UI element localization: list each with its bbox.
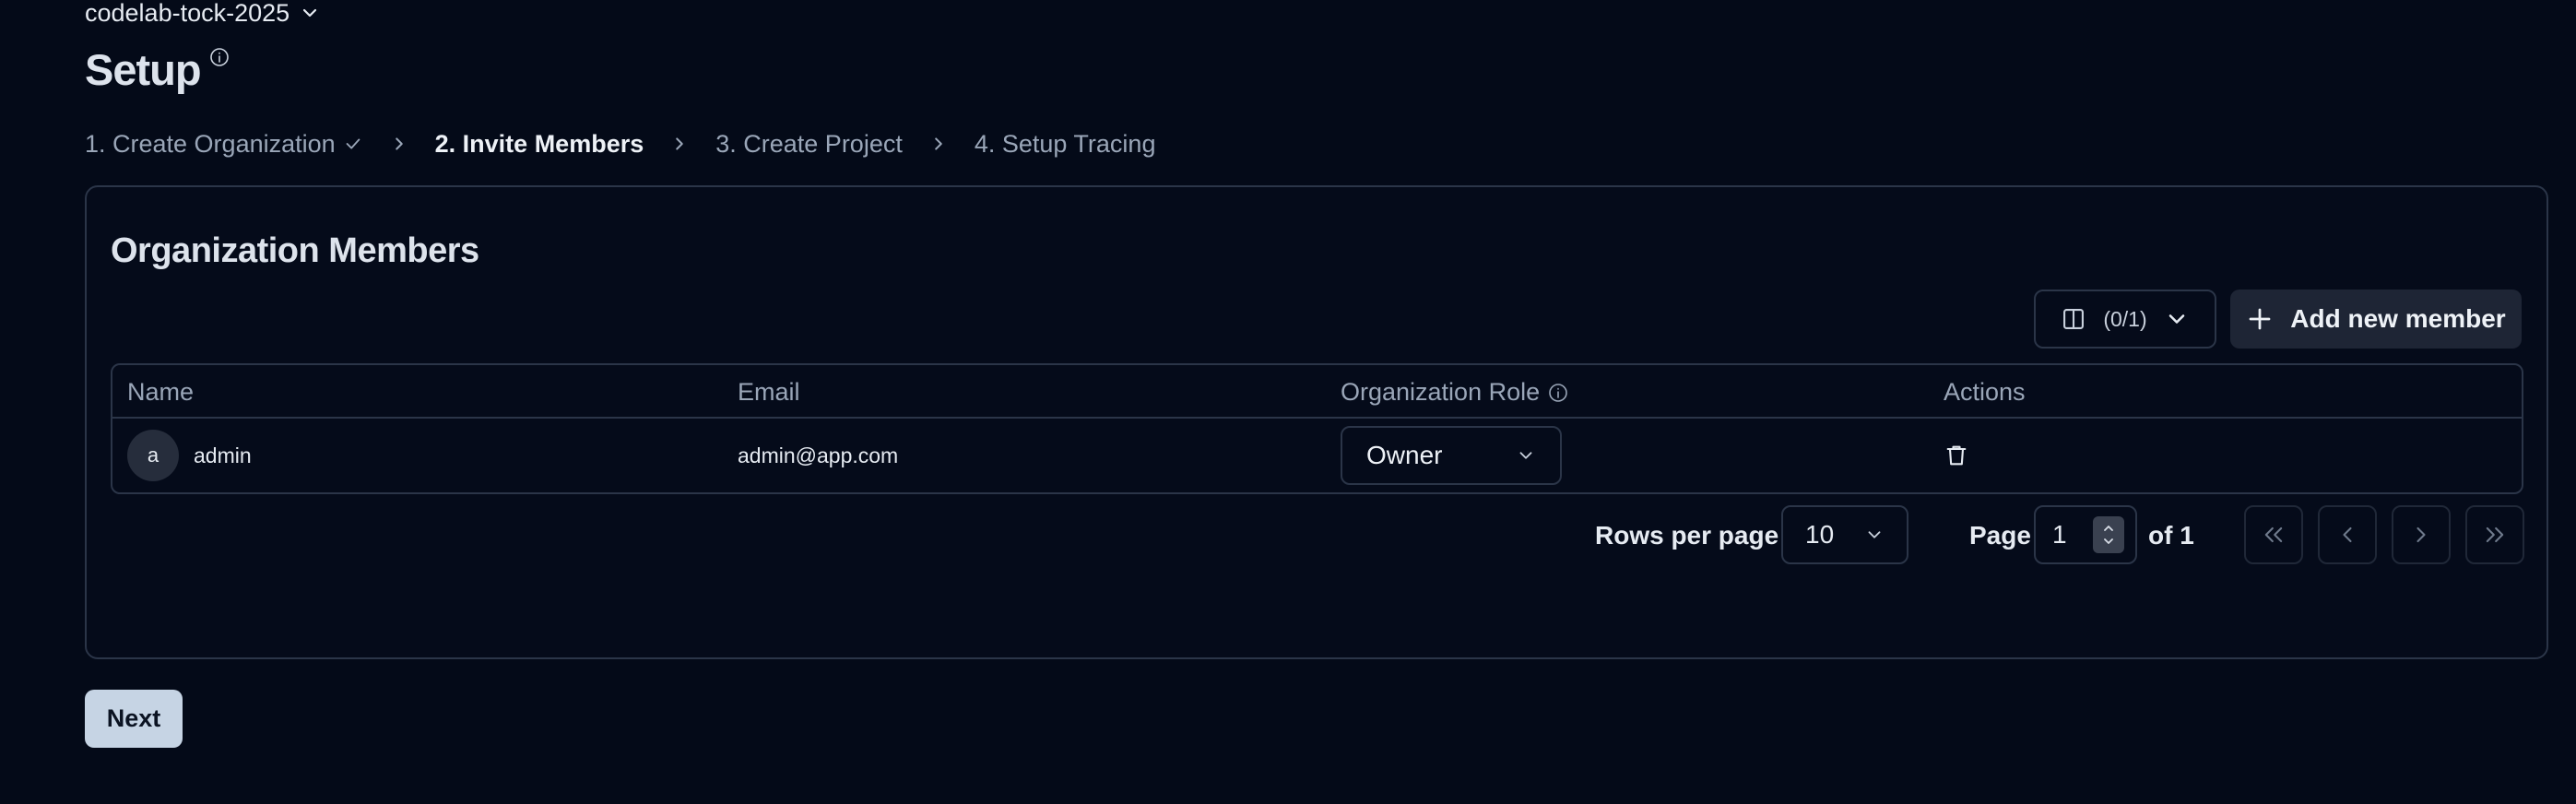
step-label: 4. Setup Tracing (974, 129, 1156, 158)
step-label: 2. Invite Members (434, 129, 644, 158)
member-name: admin (194, 443, 252, 467)
check-icon (346, 138, 360, 149)
role-select[interactable]: Owner (1341, 426, 1562, 485)
step-invite-members[interactable]: 2. Invite Members (435, 130, 644, 159)
header-label: Actions (1944, 378, 2026, 406)
page-number-input[interactable]: 1 (2034, 505, 2137, 564)
member-name-cell: a admin (127, 419, 252, 492)
table-header: Name Email Organization Role Actions (112, 365, 2522, 419)
add-member-label: Add new member (2290, 304, 2506, 333)
info-icon[interactable] (208, 46, 230, 68)
chevron-right-icon (2416, 526, 2426, 543)
next-button[interactable]: Next (85, 690, 183, 748)
members-card: Organization Members (0/1) Add new membe… (85, 185, 2548, 659)
next-page-button[interactable] (2392, 505, 2451, 564)
step-label: 3. Create Project (715, 129, 903, 158)
header-label: Name (127, 378, 195, 406)
avatar-initial: a (147, 443, 160, 467)
members-table: Name Email Organization Role Actions a a… (111, 363, 2523, 494)
page-number-value: 1 (2052, 520, 2067, 549)
avatar: a (127, 430, 179, 481)
chevron-up-icon[interactable] (2101, 522, 2116, 535)
header-actions: Actions (1944, 378, 2026, 407)
columns-icon (2063, 309, 2085, 329)
chevron-down-icon (2168, 314, 2184, 324)
org-name: codelab-tock-2025 (85, 0, 290, 27)
header-label: Email (738, 378, 800, 406)
member-email-cell: admin@app.com (738, 419, 898, 492)
chevron-left-icon (2343, 526, 2352, 543)
chevrons-left-icon (2264, 526, 2283, 543)
table-row: a admin admin@app.com Owner (112, 419, 2522, 492)
chevron-down-icon[interactable] (2101, 535, 2116, 548)
page-total-label: of 1 (2148, 521, 2194, 550)
add-member-button[interactable]: Add new member (2230, 290, 2522, 349)
previous-page-button[interactable] (2318, 505, 2377, 564)
rows-per-page-value: 10 (1805, 520, 1835, 549)
step-create-project[interactable]: 3. Create Project (715, 130, 903, 159)
header-name[interactable]: Name (127, 378, 194, 407)
last-page-button[interactable] (2465, 505, 2524, 564)
trash-icon[interactable] (1944, 443, 1969, 468)
header-role[interactable]: Organization Role (1341, 378, 1569, 407)
page-stepper[interactable] (2093, 516, 2124, 553)
header-label: Organization Role (1341, 378, 1541, 406)
org-switcher[interactable]: codelab-tock-2025 (85, 0, 321, 27)
role-value: Owner (1366, 441, 1443, 469)
member-role-cell: Owner (1341, 419, 1562, 492)
column-visibility-button[interactable]: (0/1) (2034, 290, 2216, 349)
chevron-down-icon (1868, 531, 1881, 538)
info-icon[interactable] (1547, 382, 1569, 404)
column-count: (0/1) (2103, 306, 2147, 331)
rows-per-page-select[interactable]: 10 (1781, 505, 1908, 564)
chevron-down-icon (1519, 452, 1532, 459)
chevron-right-icon (935, 137, 942, 150)
page-title: Setup (85, 44, 230, 95)
chevron-down-icon (303, 8, 317, 18)
chevrons-right-icon (2486, 526, 2504, 543)
setup-stepper: 1. Create Organization 2. Invite Members… (85, 127, 1155, 160)
step-create-organization[interactable]: 1. Create Organization (85, 130, 363, 159)
page-title-text: Setup (85, 45, 202, 94)
member-actions-cell (1944, 419, 1969, 492)
plus-icon (2249, 308, 2271, 330)
chevron-right-icon (395, 137, 403, 150)
step-label: 1. Create Organization (85, 129, 336, 158)
page-label: Page (1969, 521, 2031, 550)
member-email: admin@app.com (738, 443, 899, 467)
step-setup-tracing[interactable]: 4. Setup Tracing (975, 130, 1156, 159)
header-email[interactable]: Email (738, 378, 800, 407)
card-title: Organization Members (111, 231, 479, 270)
chevron-right-icon (676, 137, 684, 150)
pagination: Rows per page 10 Page 1 of 1 (87, 505, 2550, 566)
first-page-button[interactable] (2244, 505, 2303, 564)
rows-per-page-label: Rows per page (1595, 521, 1779, 550)
